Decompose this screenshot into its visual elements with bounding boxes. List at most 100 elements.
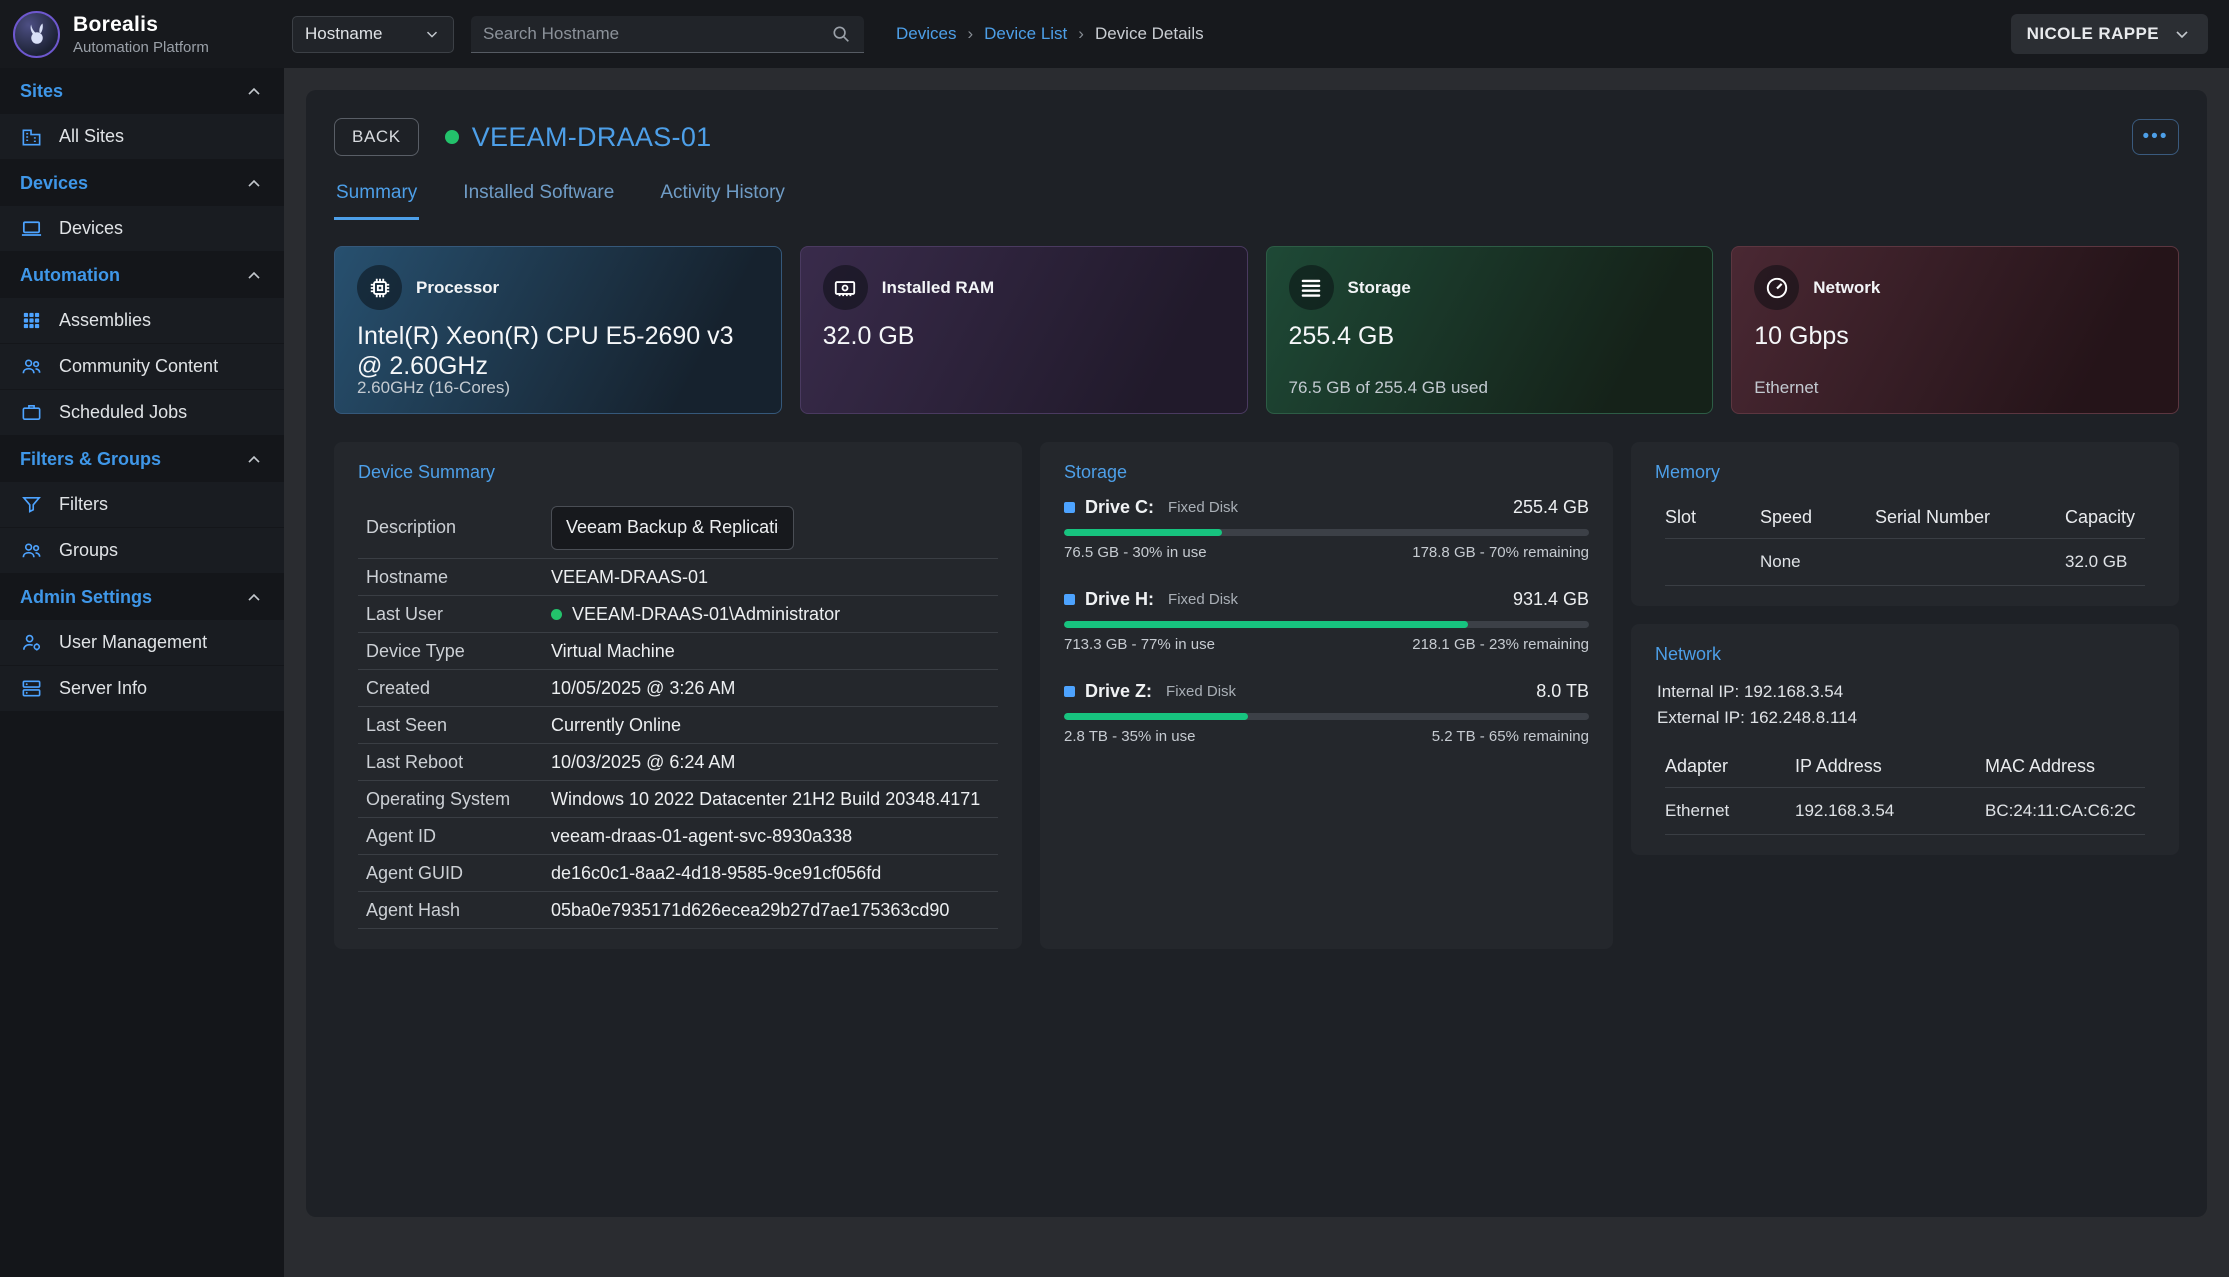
breadcrumb-separator: ›: [1078, 24, 1084, 44]
sidebar-item-label: Filters: [59, 494, 108, 515]
sidebar-item-label: Scheduled Jobs: [59, 402, 187, 423]
device-tabs: Summary Installed Software Activity Hist…: [334, 182, 2179, 220]
drive-used-text: 713.3 GB - 77% in use: [1064, 636, 1215, 653]
chevron-up-icon: [244, 588, 264, 608]
community-content-icon: [20, 355, 43, 378]
detail-panels: Device Summary Description Hostname VEEA…: [334, 442, 2179, 949]
cpu-icon: [357, 265, 402, 310]
drive-icon: [1064, 502, 1075, 513]
device-title: VEEAM-DRAAS-01: [472, 122, 712, 153]
right-column: Memory Slot Speed Serial Number Capacity…: [1631, 442, 2179, 949]
device-details-panel: BACK VEEAM-DRAAS-01 ••• Summary Installe…: [306, 90, 2207, 1217]
sidebar-item-all-sites[interactable]: All Sites: [0, 114, 284, 160]
ram-icon: [823, 265, 868, 310]
summary-row-operating-system: Operating System Windows 10 2022 Datacen…: [358, 781, 998, 818]
sidebar-section-admin-settings[interactable]: Admin Settings: [0, 574, 284, 620]
chevron-down-icon: [2172, 24, 2192, 44]
storage-icon: [1289, 265, 1334, 310]
more-options-button[interactable]: •••: [2132, 119, 2179, 155]
chevron-up-icon: [244, 266, 264, 286]
column-header: Adapter: [1665, 746, 1795, 788]
sidebar-item-user-management[interactable]: User Management: [0, 620, 284, 666]
sidebar: Sites All Sites Devices Devices Automati…: [0, 68, 284, 1277]
panel-title: Device Summary: [358, 462, 998, 483]
sidebar-item-assemblies[interactable]: Assemblies: [0, 298, 284, 344]
drive-row-h: Drive H: Fixed Disk 931.4 GB 713.3 GB - …: [1064, 589, 1589, 653]
panel-title: Storage: [1064, 462, 1589, 483]
drive-usage-bar: [1064, 713, 1589, 720]
sidebar-item-label: Groups: [59, 540, 118, 561]
storage-card: Storage 255.4 GB 76.5 GB of 255.4 GB use…: [1266, 246, 1714, 414]
stat-card-value: 10 Gbps: [1754, 321, 2156, 351]
brand: Borealis Automation Platform: [0, 11, 284, 58]
chevron-up-icon: [244, 450, 264, 470]
column-header: Slot: [1665, 497, 1760, 539]
sidebar-item-server-info[interactable]: Server Info: [0, 666, 284, 712]
sidebar-item-label: Community Content: [59, 356, 218, 377]
memory-capacity: 32.0 GB: [2065, 539, 2145, 586]
summary-row-last-user: Last User VEEAM-DRAAS-01\Administrator: [358, 596, 998, 633]
description-input[interactable]: [551, 506, 794, 550]
sidebar-item-scheduled-jobs[interactable]: Scheduled Jobs: [0, 390, 284, 436]
search-input[interactable]: [483, 24, 830, 44]
all-sites-icon: [20, 125, 43, 148]
summary-row-last-seen: Last Seen Currently Online: [358, 707, 998, 744]
summary-row-device-type: Device Type Virtual Machine: [358, 633, 998, 670]
sidebar-item-label: Assemblies: [59, 310, 151, 331]
drive-remaining-text: 178.8 GB - 70% remaining: [1412, 544, 1589, 561]
stat-card-label: Network: [1813, 278, 1880, 298]
column-header: IP Address: [1795, 746, 1985, 788]
sidebar-item-community-content[interactable]: Community Content: [0, 344, 284, 390]
sidebar-item-label: All Sites: [59, 126, 124, 147]
memory-slot: [1665, 539, 1760, 586]
stat-card-value: Intel(R) Xeon(R) CPU E5-2690 v3 @ 2.60GH…: [357, 321, 759, 381]
back-button[interactable]: BACK: [334, 118, 419, 156]
sidebar-section-automation[interactable]: Automation: [0, 252, 284, 298]
groups-icon: [20, 539, 43, 562]
server-info-icon: [20, 677, 43, 700]
stat-card-subtext: 2.60GHz (16-Cores): [357, 378, 510, 398]
sidebar-section-filters-groups[interactable]: Filters & Groups: [0, 436, 284, 482]
breadcrumb-device-list[interactable]: Device List: [984, 24, 1067, 44]
sidebar-section-sites[interactable]: Sites: [0, 68, 284, 114]
search-field-dropdown[interactable]: Hostname: [292, 16, 454, 53]
device-summary-panel: Device Summary Description Hostname VEEA…: [334, 442, 1022, 949]
stat-card-label: Storage: [1348, 278, 1411, 298]
breadcrumb: Devices › Device List › Device Details: [896, 24, 1204, 44]
chevron-up-icon: [244, 174, 264, 194]
column-header: Serial Number: [1875, 497, 2065, 539]
online-status-dot: [551, 609, 562, 620]
sidebar-item-label: Server Info: [59, 678, 147, 699]
summary-row-hostname: Hostname VEEAM-DRAAS-01: [358, 559, 998, 596]
search-icon: [830, 23, 852, 45]
panel-title: Network: [1655, 644, 2155, 665]
assemblies-icon: [20, 309, 43, 332]
tab-installed-software[interactable]: Installed Software: [461, 182, 616, 220]
filters-icon: [20, 493, 43, 516]
sidebar-item-devices[interactable]: Devices: [0, 206, 284, 252]
summary-row-agent-id: Agent ID veeam-draas-01-agent-svc-8930a3…: [358, 818, 998, 855]
sidebar-item-filters[interactable]: Filters: [0, 482, 284, 528]
summary-row-description: Description: [358, 497, 998, 559]
device-header: BACK VEEAM-DRAAS-01 •••: [334, 118, 2179, 156]
sidebar-section-devices[interactable]: Devices: [0, 160, 284, 206]
drive-remaining-text: 5.2 TB - 65% remaining: [1432, 728, 1589, 745]
stat-card-label: Processor: [416, 278, 499, 298]
column-header: Capacity: [2065, 497, 2145, 539]
tab-summary[interactable]: Summary: [334, 182, 419, 220]
breadcrumb-devices[interactable]: Devices: [896, 24, 956, 44]
online-status-dot: [445, 130, 459, 144]
network-panel: Network Internal IP: 192.168.3.54 Extern…: [1631, 624, 2179, 855]
network-adapter-table: Adapter IP Address MAC Address Ethernet …: [1655, 746, 2155, 835]
sidebar-item-groups[interactable]: Groups: [0, 528, 284, 574]
drive-used-text: 2.8 TB - 35% in use: [1064, 728, 1195, 745]
stat-card-value: 32.0 GB: [823, 321, 1225, 351]
stat-card-subtext: Ethernet: [1754, 378, 1818, 398]
drive-row-z: Drive Z: Fixed Disk 8.0 TB 2.8 TB - 35% …: [1064, 681, 1589, 745]
network-icon: [1754, 265, 1799, 310]
tab-activity-history[interactable]: Activity History: [658, 182, 787, 220]
memory-panel: Memory Slot Speed Serial Number Capacity…: [1631, 442, 2179, 606]
ellipsis-icon: •••: [2143, 126, 2169, 148]
user-menu-button[interactable]: NICOLE RAPPE: [2011, 14, 2208, 54]
panel-title: Memory: [1655, 462, 2155, 483]
